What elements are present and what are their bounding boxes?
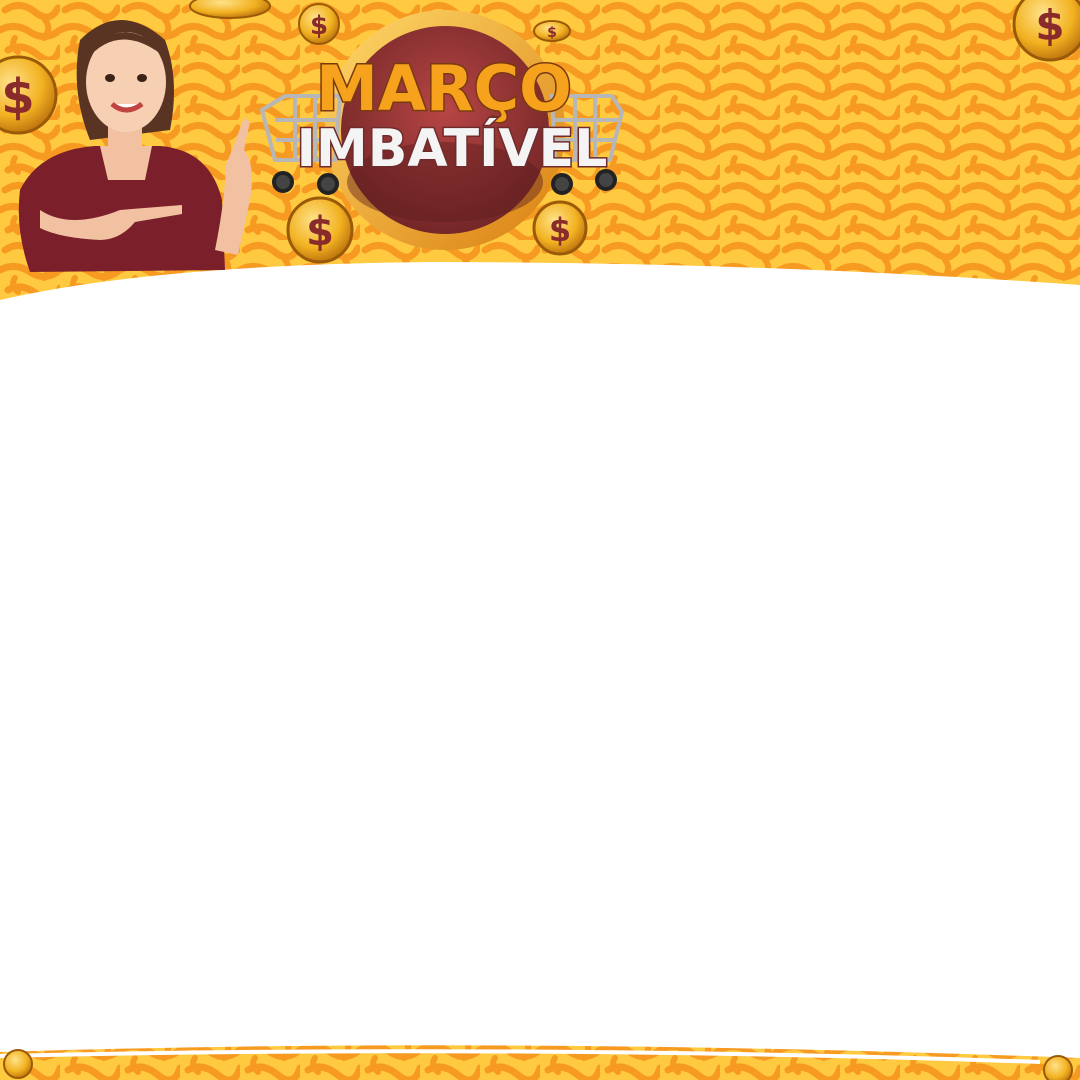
- dollar-coin-icon: $: [298, 3, 340, 45]
- svg-text:$: $: [1035, 1, 1064, 50]
- promo-canvas: $ $ $ $ $ $ MARÇO IMBATÍVEL: [0, 0, 1080, 1080]
- logo-line-1: MARÇO: [316, 52, 572, 125]
- svg-text:$: $: [549, 211, 571, 249]
- svg-text:$: $: [547, 25, 557, 41]
- dollar-coin-icon: [1043, 1055, 1073, 1080]
- dollar-coin-icon: $: [533, 20, 571, 42]
- content-area: [0, 300, 1080, 1040]
- svg-text:$: $: [310, 11, 328, 41]
- logo-line-2: IMBATÍVEL: [297, 118, 608, 179]
- svg-text:$: $: [306, 209, 334, 255]
- dollar-coin-icon: [3, 1049, 33, 1079]
- dollar-coin-icon: [189, 0, 271, 19]
- svg-text:$: $: [1, 69, 34, 125]
- dollar-coin-icon: $: [532, 200, 588, 256]
- dollar-coin-icon: $: [286, 196, 354, 264]
